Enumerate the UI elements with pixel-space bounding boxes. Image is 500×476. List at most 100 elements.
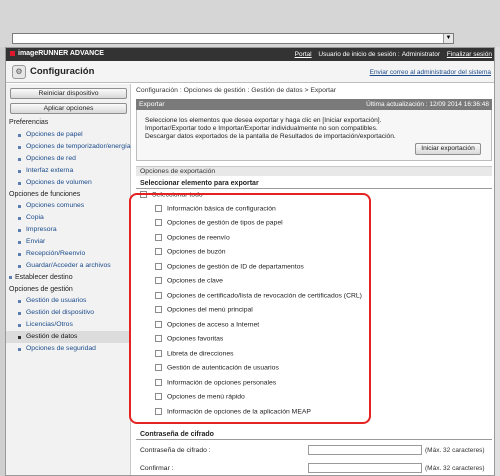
item-checkbox[interactable] — [155, 219, 162, 226]
sidebar-section-preferences[interactable]: Preferencias — [6, 117, 131, 129]
sidebar-item-printer[interactable]: Impresora — [6, 224, 131, 236]
restart-device-button[interactable]: Reiniciar dispositivo — [10, 88, 127, 99]
sidebar-item-receive-forward[interactable]: Recepción/Reenvío — [6, 248, 131, 260]
password-label: Contraseña de cifrado : — [140, 447, 211, 454]
main-content: Configuración : Opciones de gestión : Ge… — [132, 84, 494, 475]
chevron-down-icon[interactable]: ▼ — [443, 34, 453, 43]
item-checkbox[interactable] — [155, 349, 162, 357]
top-bar: imageRUNNER ADVANCE Portal Usuario de in… — [6, 48, 494, 61]
list-item[interactable]: Opciones del menú principal — [155, 306, 253, 313]
item-checkbox[interactable] — [155, 233, 162, 241]
sidebar-item-data-management[interactable]: Gestión de datos — [6, 331, 131, 343]
sidebar-item-paper[interactable]: Opciones de papel — [6, 129, 131, 141]
sidebar-item-copy[interactable]: Copia — [6, 212, 131, 224]
sidebar: Reiniciar dispositivo Aplicar opciones P… — [6, 84, 131, 475]
sidebar-section-set-destination[interactable]: Establecer destino — [6, 272, 131, 284]
list-item[interactable]: Opciones de acceso a Internet — [155, 320, 260, 328]
item-label: Opciones de certificado/lista de revocac… — [167, 291, 362, 299]
sidebar-nav: Preferencias Opciones de papel Opciones … — [6, 117, 131, 355]
sidebar-item-security[interactable]: Opciones de seguridad — [6, 343, 131, 355]
item-checkbox[interactable] — [155, 306, 162, 313]
description-line-2: Importar/Exportar todo e Importar/Export… — [145, 125, 378, 132]
item-checkbox[interactable] — [155, 407, 162, 415]
item-checkbox[interactable] — [155, 277, 162, 284]
start-export-button[interactable]: Iniciar exportación — [415, 143, 481, 155]
sidebar-item-license-other[interactable]: Licencias/Otros — [6, 319, 131, 331]
sidebar-item-timer-energy[interactable]: Opciones de temporizador/energía — [6, 141, 131, 153]
sidebar-item-device-management[interactable]: Gestión del dispositivo — [6, 307, 131, 319]
item-checkbox[interactable] — [155, 204, 162, 212]
title-bar: ⚙ Configuración Enviar correo al adminis… — [6, 61, 494, 83]
top-bar-right: Portal Usuario de inicio de sesión : Admi… — [290, 51, 492, 58]
list-bullet-icon — [9, 275, 12, 279]
item-label: Opciones del menú principal — [167, 306, 253, 314]
item-checkbox[interactable] — [155, 248, 162, 255]
list-item[interactable]: Opciones de reenvío — [155, 233, 230, 241]
item-label: Opciones de clave — [167, 277, 223, 285]
list-item[interactable]: Opciones de certificado/lista de revocac… — [155, 291, 362, 299]
list-item[interactable]: Información de opciones de la aplicación… — [155, 407, 311, 415]
select-all-row[interactable]: Seleccionar todo — [140, 191, 203, 198]
sidebar-item-send[interactable]: Enviar — [6, 236, 131, 248]
confirm-max-hint: (Máx. 32 caracteres) — [425, 465, 485, 472]
list-item[interactable]: Información de opciones personales — [155, 378, 276, 386]
breadcrumb: Configuración : Opciones de gestión : Ge… — [136, 87, 337, 94]
item-label: Información de opciones de la aplicación… — [167, 407, 311, 415]
list-item[interactable]: Opciones de gestión de ID de departament… — [155, 262, 304, 270]
logout-link[interactable]: Finalizar sesión — [447, 51, 492, 58]
item-label: Opciones de reenvío — [167, 233, 230, 241]
password-input[interactable] — [308, 445, 422, 455]
item-checkbox[interactable] — [155, 262, 162, 270]
item-checkbox[interactable] — [155, 335, 162, 342]
select-all-checkbox[interactable] — [140, 191, 147, 198]
sidebar-section-function-settings[interactable]: Opciones de funciones — [6, 189, 131, 201]
page-scrollbar[interactable] — [495, 47, 500, 476]
apply-settings-button[interactable]: Aplicar opciones — [10, 103, 127, 114]
sidebar-item-user-management[interactable]: Gestión de usuarios — [6, 295, 131, 307]
sidebar-item-external-interface[interactable]: Interfaz externa — [6, 165, 131, 177]
sidebar-item-volume[interactable]: Opciones de volumen — [6, 177, 131, 189]
panel-header: Exportar Última actualización : 12/09 20… — [136, 99, 492, 110]
brand: imageRUNNER ADVANCE — [10, 50, 104, 57]
portal-link[interactable]: Portal — [295, 51, 312, 58]
browser-toolbar: ▼ — [0, 0, 500, 47]
sidebar-section-label: Establecer destino — [15, 274, 73, 281]
confirm-input[interactable] — [308, 463, 422, 473]
brand-name: imageRUNNER ADVANCE — [18, 50, 104, 57]
wrench-icon: ⚙ — [12, 65, 26, 79]
panel-title: Exportar — [139, 101, 165, 108]
item-checkbox[interactable] — [155, 364, 162, 371]
item-label: Opciones de acceso a Internet — [167, 320, 260, 328]
list-item[interactable]: Libreta de direcciones — [155, 349, 234, 357]
canon-logo-icon — [10, 50, 15, 56]
page-title: Configuración — [30, 66, 95, 77]
item-checkbox[interactable] — [155, 320, 162, 328]
session-user: Administrator — [401, 51, 441, 58]
sidebar-item-store-access-files[interactable]: Guardar/Acceder a archivos — [6, 260, 131, 272]
item-label: Opciones de buzón — [167, 248, 226, 256]
list-item[interactable]: Opciones de buzón — [155, 248, 226, 255]
list-item[interactable]: Opciones de menú rápido — [155, 393, 245, 400]
sidebar-item-network[interactable]: Opciones de red — [6, 153, 131, 165]
last-update: Última actualización : 12/09 2014 16:36:… — [366, 101, 489, 108]
item-label: Opciones de menú rápido — [167, 393, 245, 401]
browser-address-select[interactable]: ▼ — [12, 33, 454, 44]
sidebar-item-common[interactable]: Opciones comunes — [6, 200, 131, 212]
sidebar-section-management[interactable]: Opciones de gestión — [6, 284, 131, 296]
mail-admin-link[interactable]: Enviar correo al administrador del siste… — [370, 69, 491, 76]
list-item[interactable]: Opciones de clave — [155, 277, 223, 284]
export-panel: Seleccione los elementos que desea expor… — [136, 110, 492, 161]
list-item[interactable]: Gestión de autenticación de usuarios — [155, 364, 279, 371]
item-checkbox[interactable] — [155, 378, 162, 386]
select-items-heading: Seleccionar elemento para exportar — [136, 180, 492, 189]
item-checkbox[interactable] — [155, 291, 162, 299]
item-label: Opciones favoritas — [167, 335, 224, 343]
list-item[interactable]: Opciones de gestión de tipos de papel — [155, 219, 283, 226]
password-max-hint: (Máx. 32 caracteres) — [425, 447, 485, 454]
list-item[interactable]: Información básica de configuración — [155, 204, 276, 212]
app-window: imageRUNNER ADVANCE Portal Usuario de in… — [5, 47, 495, 476]
item-checkbox[interactable] — [155, 393, 162, 400]
confirm-label: Confirmar : — [140, 465, 174, 472]
list-item[interactable]: Opciones favoritas — [155, 335, 223, 342]
password-section-title: Contraseña de cifrado — [136, 431, 492, 440]
